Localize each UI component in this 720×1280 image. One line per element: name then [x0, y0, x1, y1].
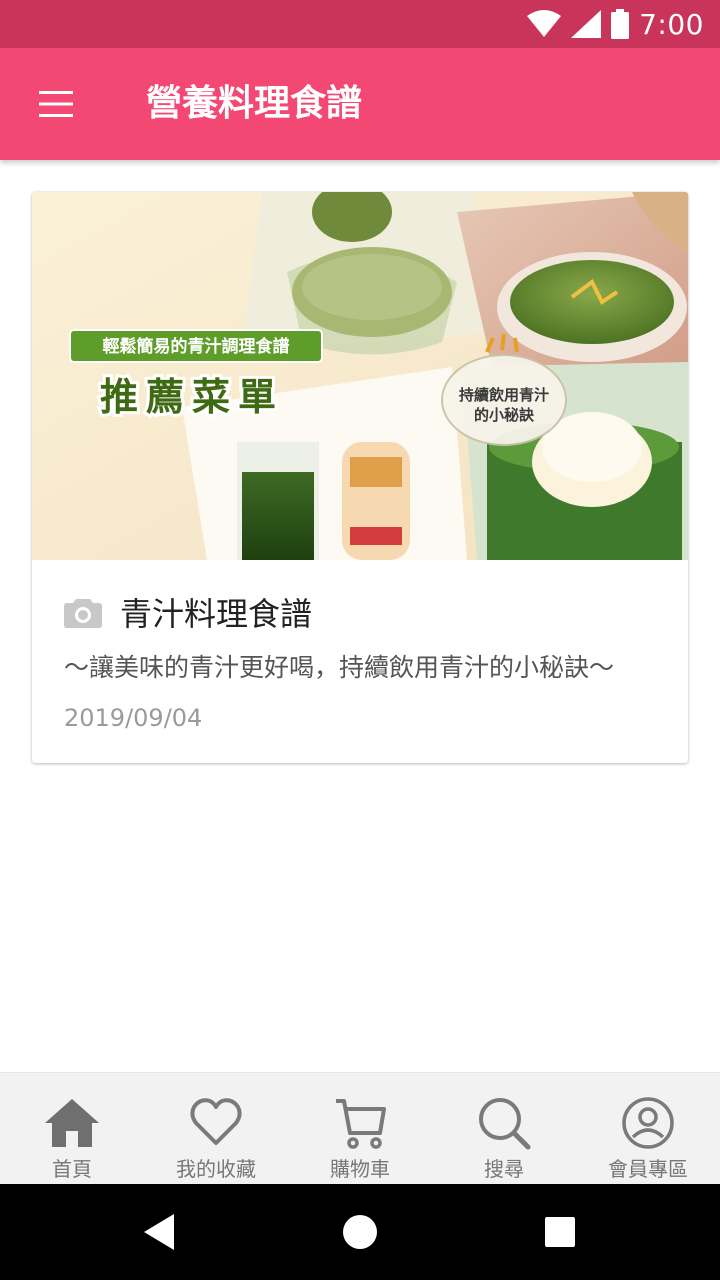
card-title-row: 青汁料理食譜	[64, 592, 313, 633]
nav-label-cart: 購物車	[330, 1157, 390, 1181]
status-bar: 7:00	[0, 0, 720, 48]
card-title: 青汁料理食譜	[120, 595, 313, 633]
home-icon	[45, 1099, 99, 1147]
content-area: 持續飲用青汁 的小秘訣 輕鬆簡易的青汁調理食譜 推薦菜單 青汁料理食譜 ～讓美味…	[0, 160, 720, 1072]
nav-item-home[interactable]: 首頁	[0, 1073, 144, 1185]
app-title: 營養料理食譜	[146, 83, 363, 124]
battery-icon	[611, 9, 630, 39]
recipe-banner-image: 持續飲用青汁 的小秘訣 輕鬆簡易的青汁調理食譜 推薦菜單	[32, 192, 688, 560]
camera-icon	[64, 599, 102, 628]
nav-item-account[interactable]: 會員專區	[576, 1073, 720, 1185]
banner-tag-text: 輕鬆簡易的青汁調理食譜	[103, 336, 290, 357]
cart-icon	[336, 1099, 386, 1149]
back-icon[interactable]	[136, 1208, 184, 1256]
card-date: 2019/09/04	[64, 704, 203, 732]
recents-icon[interactable]	[536, 1208, 584, 1256]
nav-item-favorites[interactable]: 我的收藏	[144, 1073, 288, 1185]
home-circle-icon[interactable]	[336, 1208, 384, 1256]
wifi-icon	[527, 10, 562, 37]
search-icon	[479, 1098, 531, 1150]
account-icon	[622, 1097, 674, 1149]
hamburger-menu-icon	[39, 91, 73, 117]
cellular-signal-icon	[571, 10, 602, 38]
bottom-navigation: 首頁 我的收藏 購物車 搜尋 會員專區	[0, 1072, 720, 1184]
nav-label-account: 會員專區	[608, 1157, 688, 1181]
nav-label-home: 首頁	[52, 1157, 92, 1181]
card-description: ～讓美味的青汁更好喝，持續飲用青汁的小秘訣～	[64, 653, 615, 682]
nav-item-cart[interactable]: 購物車	[288, 1073, 432, 1185]
menu-button[interactable]	[28, 78, 84, 130]
nav-item-search[interactable]: 搜尋	[432, 1073, 576, 1185]
status-time: 7:00	[639, 7, 704, 41]
app-bar: 營養料理食譜	[0, 48, 720, 160]
banner-headline: 推薦菜單	[100, 375, 284, 419]
nav-label-search: 搜尋	[484, 1157, 524, 1181]
badge-text-line2: 的小秘訣	[474, 406, 535, 424]
badge-text-line1: 持續飲用青汁	[459, 386, 549, 404]
nav-label-favorites: 我的收藏	[176, 1157, 256, 1181]
recipe-card[interactable]: 持續飲用青汁 的小秘訣 輕鬆簡易的青汁調理食譜 推薦菜單 青汁料理食譜 ～讓美味…	[32, 192, 688, 763]
heart-icon	[190, 1098, 242, 1145]
system-navigation-bar	[0, 1184, 720, 1280]
